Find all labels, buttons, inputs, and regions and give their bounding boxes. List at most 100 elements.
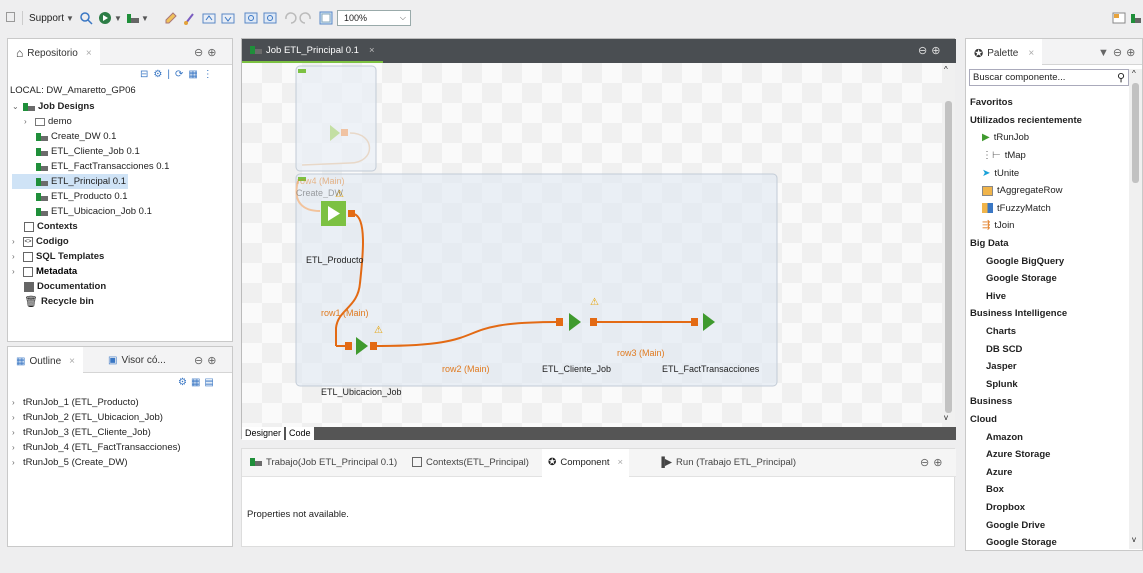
grid-toggle-icon[interactable] bbox=[319, 11, 333, 25]
talend-perspective-icon[interactable] bbox=[1130, 11, 1142, 25]
palette-subcategory[interactable]: Box bbox=[966, 481, 1129, 499]
tree-recycle-bin[interactable]: 🗑 Recycle bin bbox=[12, 294, 232, 309]
palette-component-item[interactable]: ⇶ tJoin bbox=[966, 217, 1129, 235]
chevron-right-icon[interactable]: › bbox=[12, 443, 20, 452]
designer-canvas[interactable]: ⚠ ⚠ ⚠ Create_DW row4 (Main) ETL_Producto… bbox=[242, 63, 942, 427]
chevron-right-icon[interactable]: › bbox=[12, 458, 20, 467]
chevron-down-icon[interactable]: ⌄ bbox=[12, 102, 20, 111]
save-icon[interactable] bbox=[6, 12, 15, 22]
palette-search-input[interactable]: Buscar componente... bbox=[970, 72, 1065, 83]
tab-repository[interactable]: ⌂ Repositorio × bbox=[8, 39, 100, 65]
undo-icon[interactable] bbox=[283, 11, 297, 25]
tab-code-viewer[interactable]: ▣ Visor có... bbox=[100, 347, 174, 373]
tree-documentation[interactable]: Documentation bbox=[12, 279, 232, 294]
chevron-right-icon[interactable]: › bbox=[24, 117, 32, 126]
job-icon[interactable] bbox=[126, 11, 140, 25]
palette-view-actions-icon[interactable]: ▼⊖⊕ bbox=[1098, 46, 1139, 59]
scroll-up-icon[interactable]: ^ bbox=[944, 65, 948, 74]
palette-subcategory[interactable]: Azure bbox=[966, 463, 1129, 481]
chevron-right-icon[interactable]: › bbox=[12, 428, 20, 437]
tab-contexts[interactable]: Contexts(ETL_Principal) bbox=[412, 457, 529, 468]
search-icon[interactable]: ⚲ bbox=[1117, 71, 1125, 84]
palette-component-item[interactable]: tAggregateRow bbox=[966, 182, 1129, 200]
tree-job-designs[interactable]: ⌄ Job Designs bbox=[12, 99, 232, 114]
tab-code[interactable]: Code bbox=[286, 427, 314, 440]
run-dropdown[interactable]: Support bbox=[29, 13, 64, 24]
zoom-select[interactable]: 100% ⌵ bbox=[337, 10, 411, 26]
tree-sql-templates[interactable]: › SQL Templates bbox=[12, 249, 232, 264]
chevron-right-icon[interactable]: › bbox=[12, 267, 20, 276]
tab-outline[interactable]: ▦ Outline × bbox=[8, 347, 83, 373]
tree-job-item-selected[interactable]: ETL_Principal 0.1 bbox=[12, 174, 128, 189]
palette-subcategory[interactable]: DB SCD bbox=[966, 340, 1129, 358]
import-icon[interactable] bbox=[202, 11, 216, 25]
tab-designer[interactable]: Designer bbox=[242, 427, 285, 440]
palette-search-field[interactable]: Buscar componente... ⚲ bbox=[969, 69, 1129, 86]
outline-item[interactable]: › tRunJob_3 (ETL_Cliente_Job) bbox=[12, 425, 181, 440]
chevron-right-icon[interactable]: › bbox=[12, 252, 20, 261]
redo-icon[interactable] bbox=[299, 11, 313, 25]
scroll-thumb[interactable] bbox=[1132, 83, 1139, 183]
tree-metadata[interactable]: › Metadata bbox=[12, 264, 232, 279]
scroll-thumb[interactable] bbox=[945, 101, 952, 413]
perspective-icon[interactable] bbox=[1112, 11, 1126, 25]
db-search-icon[interactable] bbox=[244, 11, 258, 25]
outline-item[interactable]: › tRunJob_5 (Create_DW) bbox=[12, 455, 181, 470]
palette-subcategory[interactable]: Google Storage bbox=[966, 534, 1129, 552]
minimize-maximize-icon[interactable]: ⊖⊕ bbox=[918, 44, 944, 57]
palette-subcategory[interactable]: Google Drive bbox=[966, 516, 1129, 534]
brush-icon[interactable] bbox=[183, 11, 197, 25]
tree-job-item[interactable]: ETL_Producto 0.1 bbox=[12, 189, 232, 204]
edit-icon[interactable] bbox=[164, 11, 178, 25]
dropdown-arrow-icon[interactable]: ▼ bbox=[141, 14, 149, 23]
palette-subcategory[interactable]: Jasper bbox=[966, 358, 1129, 376]
editor-scrollbar[interactable]: ^ v bbox=[942, 63, 955, 427]
palette-subcategory[interactable]: Dropbox bbox=[966, 499, 1129, 517]
search-toolbar-icon[interactable] bbox=[79, 11, 93, 25]
chevron-right-icon[interactable]: › bbox=[12, 413, 20, 422]
outline-item[interactable]: › tRunJob_2 (ETL_Ubicacion_Job) bbox=[12, 410, 181, 425]
palette-category[interactable]: Business bbox=[966, 393, 1129, 411]
palette-component-item[interactable]: ⋮⊢ tMap bbox=[966, 147, 1129, 165]
dropdown-arrow-icon[interactable]: ▼ bbox=[114, 14, 122, 23]
outline-item[interactable]: › tRunJob_1 (ETL_Producto) bbox=[12, 395, 181, 410]
scroll-up-icon[interactable]: ^ bbox=[1132, 69, 1136, 78]
palette-subcategory[interactable]: Splunk bbox=[966, 376, 1129, 394]
palette-subcategory[interactable]: Google BigQuery bbox=[966, 252, 1129, 270]
palette-component-item[interactable]: ▶ tRunJob bbox=[966, 129, 1129, 147]
close-icon[interactable]: × bbox=[1028, 48, 1034, 59]
scroll-down-icon[interactable]: v bbox=[1132, 535, 1136, 544]
palette-subcategory[interactable]: Azure Storage bbox=[966, 446, 1129, 464]
palette-subcategory[interactable]: Google Storage bbox=[966, 270, 1129, 288]
db-search-alt-icon[interactable] bbox=[263, 11, 277, 25]
close-icon[interactable]: × bbox=[69, 356, 75, 367]
tab-run[interactable]: ▐▶ Run (Trabajo ETL_Principal) bbox=[658, 457, 796, 468]
tree-codigo[interactable]: › <> Codigo bbox=[12, 234, 232, 249]
palette-subcategory[interactable]: Amazon bbox=[966, 428, 1129, 446]
dropdown-arrow-icon[interactable]: ▼ bbox=[66, 14, 74, 23]
tree-job-item[interactable]: Create_DW 0.1 bbox=[12, 129, 232, 144]
export-icon[interactable] bbox=[221, 11, 235, 25]
close-icon[interactable]: × bbox=[86, 48, 92, 59]
minimize-maximize-icon[interactable]: ⊖⊕ bbox=[194, 46, 220, 59]
tree-job-item[interactable]: ETL_FactTransacciones 0.1 bbox=[12, 159, 232, 174]
close-icon[interactable]: × bbox=[618, 457, 624, 477]
chevron-right-icon[interactable]: › bbox=[12, 398, 20, 407]
palette-category[interactable]: Utilizados recientemente bbox=[966, 112, 1129, 130]
palette-subcategory[interactable]: Hive bbox=[966, 288, 1129, 306]
tab-trabajo[interactable]: Trabajo(Job ETL_Principal 0.1) bbox=[250, 457, 397, 468]
minimize-maximize-icon[interactable]: ⊖⊕ bbox=[920, 456, 946, 469]
palette-category[interactable]: Cloud bbox=[966, 411, 1129, 429]
palette-category[interactable]: Favoritos bbox=[966, 94, 1129, 112]
tree-job-item[interactable]: ETL_Ubicacion_Job 0.1 bbox=[12, 204, 232, 219]
palette-subcategory[interactable]: Charts bbox=[966, 323, 1129, 341]
chevron-right-icon[interactable]: › bbox=[12, 237, 20, 246]
tab-component[interactable]: ✪ Component × bbox=[542, 449, 630, 477]
close-icon[interactable]: × bbox=[369, 45, 375, 56]
outline-actions-icon[interactable]: ⚙▦▤ bbox=[178, 377, 218, 388]
palette-category[interactable]: Big Data bbox=[966, 235, 1129, 253]
palette-scrollbar[interactable]: ^ v bbox=[1129, 69, 1142, 549]
tree-job-item[interactable]: ETL_Cliente_Job 0.1 bbox=[12, 144, 232, 159]
tree-demo[interactable]: › demo bbox=[12, 114, 232, 129]
repository-actions-icon[interactable]: ⊟⚙|⟳▦⋮ bbox=[140, 69, 218, 80]
